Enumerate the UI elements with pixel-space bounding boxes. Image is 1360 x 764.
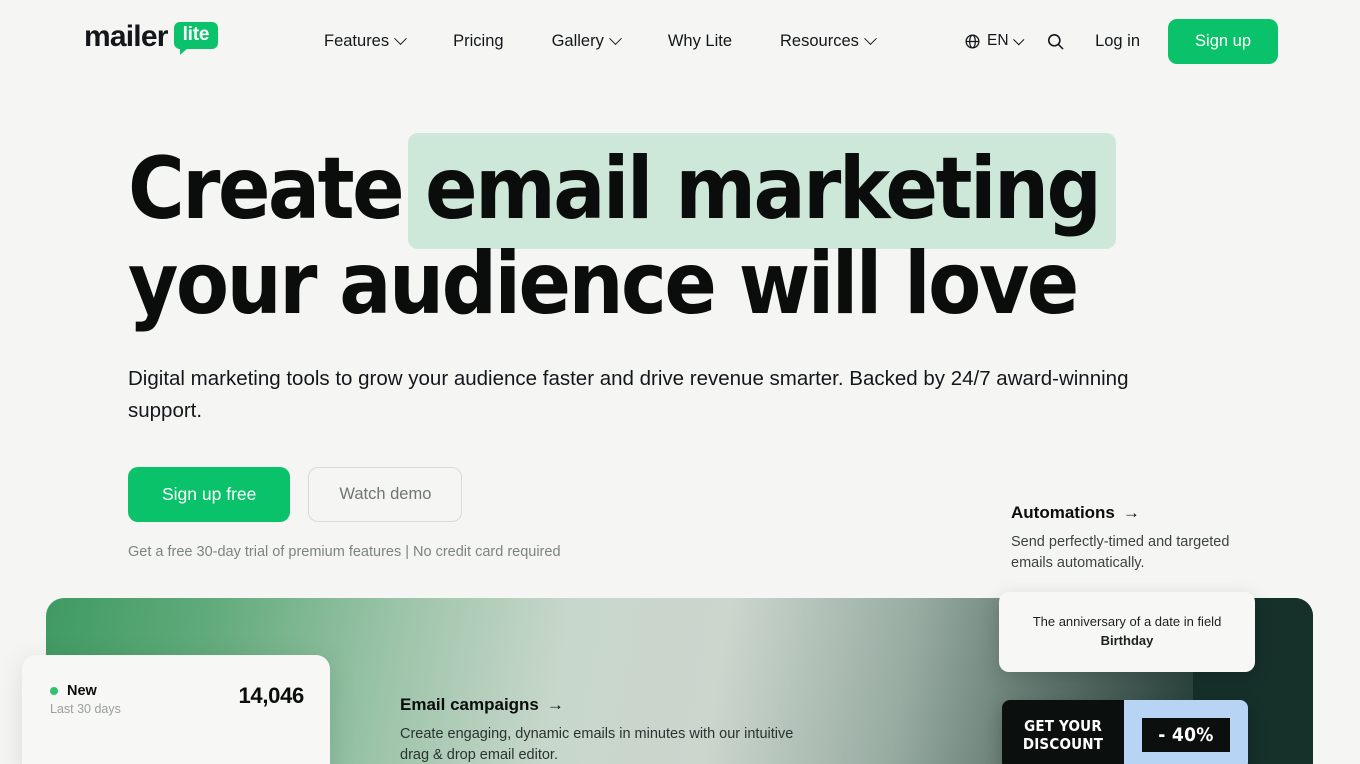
nav-label-gallery: Gallery — [551, 31, 604, 50]
nav-label-pricing: Pricing — [453, 31, 504, 50]
stat-card-new-subscribers: New Last 30 days 14,046 — [22, 655, 330, 764]
stat-card-value: 14,046 — [238, 683, 305, 708]
feature-email-campaigns-title: Email campaigns → — [400, 695, 820, 715]
nav-item-gallery[interactable]: Gallery — [528, 24, 644, 59]
discount-headline: GET YOUR DISCOUNT — [1023, 717, 1103, 754]
birthday-trigger-text: The anniversary of a date in field Birth… — [999, 613, 1255, 651]
birthday-trigger-card: The anniversary of a date in field Birth… — [999, 592, 1255, 672]
search-icon — [1048, 33, 1064, 49]
logo-badge-lite: lite — [173, 22, 219, 55]
top-navigation-bar: mailer lite Features Pricing Gallery Why… — [0, 0, 1360, 82]
nav-item-why-lite[interactable]: Why Lite — [644, 24, 756, 59]
nav-item-resources[interactable]: Resources — [756, 24, 899, 59]
feature-automations-title: Automations → — [1011, 503, 1261, 523]
birthday-field-name: Birthday — [1100, 633, 1154, 648]
nav-item-features[interactable]: Features — [300, 24, 429, 59]
feature-automations[interactable]: Automations → Send perfectly-timed and t… — [1011, 503, 1261, 573]
signup-free-button[interactable]: Sign up free — [128, 466, 291, 522]
nav-item-pricing[interactable]: Pricing — [429, 24, 527, 59]
discount-percentage-badge: - 40% — [1142, 718, 1230, 752]
watch-demo-button[interactable]: Watch demo — [308, 466, 463, 522]
heading-part-1: Create — [128, 139, 405, 239]
discount-promo-banner: GET YOUR DISCOUNT - 40% — [1002, 700, 1248, 764]
landing-page: mailer lite Features Pricing Gallery Why… — [0, 0, 1360, 764]
chevron-down-icon — [864, 31, 877, 45]
feature-email-campaigns-label: Email campaigns — [400, 695, 539, 714]
feature-email-campaigns-description: Create engaging, dynamic emails in minut… — [400, 726, 794, 763]
stat-card-sublabel: Last 30 days — [50, 702, 121, 716]
feature-automations-description: Send perfectly-timed and targeted emails… — [1011, 534, 1230, 571]
chevron-down-icon — [608, 31, 622, 45]
stat-card-labels: New Last 30 days — [50, 683, 121, 716]
discount-headline-line1: GET YOUR — [1024, 716, 1102, 735]
hero-section: Create email marketing your audience will… — [128, 133, 1248, 560]
status-dot-icon — [50, 687, 58, 695]
logo-text-mailer: mailer — [84, 20, 168, 53]
chevron-down-icon — [1013, 34, 1024, 45]
language-label: EN — [987, 32, 1009, 49]
search-button[interactable] — [1032, 24, 1079, 59]
hero-subheading: Digital marketing tools to grow your aud… — [128, 367, 1129, 423]
language-selector[interactable]: EN — [954, 24, 1032, 58]
stat-card-content: New Last 30 days 14,046 — [22, 655, 330, 716]
discount-text-panel: GET YOUR DISCOUNT — [1002, 700, 1124, 764]
birthday-text-prefix: The anniversary of a date in field — [1032, 614, 1222, 630]
arrow-right-icon: → — [546, 695, 564, 714]
discount-headline-line2: DISCOUNT — [1022, 735, 1104, 753]
nav-label-features: Features — [324, 31, 390, 50]
chevron-down-icon — [394, 31, 407, 45]
discount-badge-panel: - 40% — [1124, 700, 1248, 764]
mailerlite-logo[interactable]: mailer lite — [84, 20, 219, 55]
globe-icon — [965, 33, 980, 49]
nav-menu: Features Pricing Gallery Why Lite Resour… — [300, 0, 899, 82]
nav-actions: EN Log in Sign up — [954, 0, 1278, 82]
nav-label-why-lite: Why Lite — [667, 31, 733, 50]
heading-part-2: your audience will love — [128, 233, 1079, 334]
feature-automations-label: Automations — [1011, 503, 1115, 522]
heading-highlight: email marketing — [408, 133, 1117, 249]
signup-button[interactable]: Sign up — [1168, 18, 1278, 64]
nav-label-resources: Resources — [780, 31, 859, 50]
page-title: Create email marketing your audience will… — [128, 133, 1248, 334]
login-link[interactable]: Log in — [1079, 24, 1156, 59]
stat-card-label-row: New — [50, 683, 121, 699]
stat-card-label: New — [67, 683, 97, 699]
feature-email-campaigns[interactable]: Email campaigns → Create engaging, dynam… — [400, 695, 820, 764]
arrow-right-icon: → — [1122, 503, 1140, 522]
